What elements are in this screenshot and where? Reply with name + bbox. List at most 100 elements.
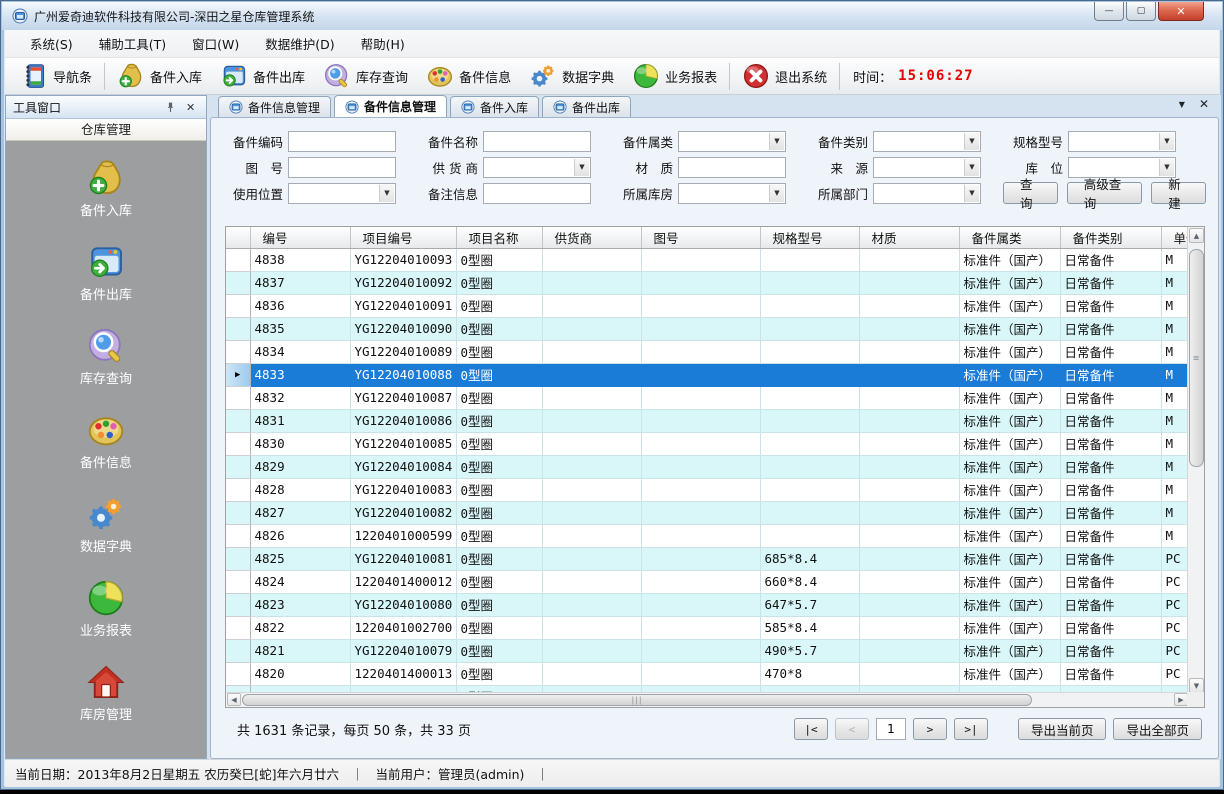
table-row[interactable]: 482412204014000120型圈660*8.4标准件（国产）日常备件PC — [226, 570, 1189, 593]
export-current-page-button[interactable]: 导出当前页 — [1018, 718, 1107, 740]
tab-list-dropdown-icon[interactable]: ▼ — [1179, 97, 1185, 113]
toolbar-button-业务报表[interactable]: 业务报表 — [623, 60, 726, 92]
column-header-1[interactable]: 编号 — [250, 227, 350, 248]
row-selector-cell[interactable] — [226, 294, 250, 317]
row-selector-cell[interactable]: ▶ — [226, 363, 250, 386]
table-row[interactable]: 4830YG122040100850型圈标准件（国产）日常备件M — [226, 432, 1189, 455]
minimize-button[interactable]: — — [1094, 2, 1124, 21]
table-row[interactable]: 4838YG122040100930型圈标准件（国产）日常备件M — [226, 248, 1189, 271]
tab-备件信息管理-1[interactable]: 备件信息管理 — [218, 96, 331, 117]
tab-备件入库-3[interactable]: 备件入库 — [450, 96, 539, 117]
scroll-down-icon[interactable]: ▼ — [1189, 678, 1204, 693]
input-备件编码[interactable] — [288, 131, 396, 152]
sidebar-item-业务报表[interactable]: 业务报表 — [80, 578, 132, 639]
next-page-button[interactable]: > — [913, 718, 947, 740]
table-row[interactable]: ▶4833YG122040100880型圈标准件（国产）日常备件M — [226, 363, 1189, 386]
page-number-input[interactable] — [876, 718, 906, 740]
maximize-button[interactable]: ▢ — [1126, 2, 1156, 21]
table-row[interactable]: 4836YG122040100910型圈标准件（国产）日常备件M — [226, 294, 1189, 317]
sidebar-close-icon[interactable]: ✕ — [186, 101, 199, 114]
select-来源[interactable]: ▼ — [873, 157, 981, 178]
column-header-5[interactable]: 图号 — [641, 227, 760, 248]
row-selector-cell[interactable] — [226, 432, 250, 455]
first-page-button[interactable]: |< — [794, 718, 828, 740]
table-row[interactable]: 4834YG122040100890型圈标准件（国产）日常备件M — [226, 340, 1189, 363]
sidebar-item-备件出库[interactable]: 备件出库 — [80, 242, 132, 303]
column-header-10[interactable]: 单位 — [1161, 227, 1189, 248]
table-row[interactable]: 4821YG122040100790型圈490*5.7标准件（国产）日常备件PC — [226, 639, 1189, 662]
sidebar-item-库房管理[interactable]: 库房管理 — [80, 662, 132, 723]
table-row[interactable]: 4827YG122040100820型圈标准件（国产）日常备件M — [226, 501, 1189, 524]
vertical-scrollbar[interactable]: ▲ ≡ ▼ — [1187, 227, 1204, 694]
column-header-3[interactable]: 项目名称 — [456, 227, 542, 248]
menu-item-5[interactable]: 帮助(H) — [348, 30, 418, 57]
table-row[interactable]: 482612204010005990型圈标准件（国产）日常备件M — [226, 524, 1189, 547]
scroll-up-icon[interactable]: ▲ — [1189, 228, 1204, 243]
query-button[interactable]: 查询 — [1003, 182, 1058, 204]
row-selector-cell[interactable] — [226, 639, 250, 662]
input-备件名称[interactable] — [483, 131, 591, 152]
row-selector-cell[interactable] — [226, 524, 250, 547]
select-规格型号[interactable]: ▼ — [1068, 131, 1176, 152]
menu-item-3[interactable]: 窗口(W) — [179, 30, 252, 57]
tab-备件出库-4[interactable]: 备件出库 — [542, 96, 631, 117]
row-selector-cell[interactable] — [226, 317, 250, 340]
input-备注信息[interactable] — [483, 183, 591, 204]
row-selector-cell[interactable] — [226, 593, 250, 616]
column-header-9[interactable]: 备件类别 — [1060, 227, 1161, 248]
horizontal-scroll-thumb[interactable]: ||| — [242, 694, 1032, 706]
table-row[interactable]: 482012204014000130型圈470*8标准件（国产）日常备件PC — [226, 662, 1189, 685]
row-selector-cell[interactable] — [226, 409, 250, 432]
toolbar-button-导航条[interactable]: 导航条 — [11, 60, 101, 92]
sidebar-item-备件入库[interactable]: 备件入库 — [80, 158, 132, 219]
column-header-7[interactable]: 材质 — [859, 227, 959, 248]
toolbar-button-备件入库[interactable]: 备件入库 — [108, 60, 211, 92]
row-selector-cell[interactable] — [226, 386, 250, 409]
sidebar-item-备件信息[interactable]: 备件信息 — [80, 410, 132, 471]
sidebar-item-库存查询[interactable]: 库存查询 — [80, 326, 132, 387]
row-selector-cell[interactable] — [226, 662, 250, 685]
select-备件属类[interactable]: ▼ — [678, 131, 786, 152]
last-page-button[interactable]: >| — [954, 718, 988, 740]
new-button[interactable]: 新建 — [1151, 182, 1206, 204]
row-selector-cell[interactable] — [226, 478, 250, 501]
close-button[interactable]: ✕ — [1158, 2, 1204, 21]
column-header-4[interactable]: 供货商 — [542, 227, 641, 248]
table-row[interactable]: 482212204010027000型圈585*8.4标准件（国产）日常备件PC — [226, 616, 1189, 639]
toolbar-button-数据字典[interactable]: 数据字典 — [520, 60, 623, 92]
row-selector-cell[interactable] — [226, 547, 250, 570]
tab-备件信息管理-2[interactable]: 备件信息管理 — [334, 95, 447, 117]
row-selector-cell[interactable] — [226, 570, 250, 593]
tab-close-icon[interactable]: ✕ — [1199, 97, 1209, 113]
select-备件类别[interactable]: ▼ — [873, 131, 981, 152]
export-all-pages-button[interactable]: 导出全部页 — [1113, 718, 1202, 740]
input-图号[interactable] — [288, 157, 396, 178]
menu-item-4[interactable]: 数据维护(D) — [252, 30, 347, 57]
table-row[interactable]: 4829YG122040100840型圈标准件（国产）日常备件M — [226, 455, 1189, 478]
vertical-scroll-thumb[interactable]: ≡ — [1189, 249, 1204, 467]
table-row[interactable]: 4823YG122040100800型圈647*5.7标准件（国产）日常备件PC — [226, 593, 1189, 616]
table-row[interactable]: 4837YG122040100920型圈标准件（国产）日常备件M — [226, 271, 1189, 294]
input-材质[interactable] — [678, 157, 786, 178]
column-header-8[interactable]: 备件属类 — [959, 227, 1060, 248]
table-row[interactable]: 4828YG122040100830型圈标准件（国产）日常备件M — [226, 478, 1189, 501]
horizontal-scrollbar[interactable]: ◀ ||| ▶ — [226, 692, 1189, 707]
pin-icon[interactable] — [164, 101, 177, 114]
sidebar-item-数据字典[interactable]: 数据字典 — [80, 494, 132, 555]
toolbar-button-备件信息[interactable]: 备件信息 — [417, 60, 520, 92]
prev-page-button[interactable]: < — [835, 718, 869, 740]
row-selector-cell[interactable] — [226, 616, 250, 639]
toolbar-button-库存查询[interactable]: 库存查询 — [314, 60, 417, 92]
table-row[interactable]: 4832YG122040100870型圈标准件（国产）日常备件M — [226, 386, 1189, 409]
select-库位[interactable]: ▼ — [1068, 157, 1176, 178]
select-供货商[interactable]: ▼ — [483, 157, 591, 178]
row-selector-cell[interactable] — [226, 248, 250, 271]
table-row[interactable]: 4831YG122040100860型圈标准件（国产）日常备件M — [226, 409, 1189, 432]
row-selector-cell[interactable] — [226, 455, 250, 478]
select-所属部门[interactable]: ▼ — [873, 183, 981, 204]
row-selector-cell[interactable] — [226, 501, 250, 524]
table-row[interactable]: 4825YG122040100810型圈685*8.4标准件（国产）日常备件PC — [226, 547, 1189, 570]
scroll-left-icon[interactable]: ◀ — [227, 693, 241, 706]
advanced-query-button[interactable]: 高级查询 — [1067, 182, 1143, 204]
select-所属库房[interactable]: ▼ — [678, 183, 786, 204]
